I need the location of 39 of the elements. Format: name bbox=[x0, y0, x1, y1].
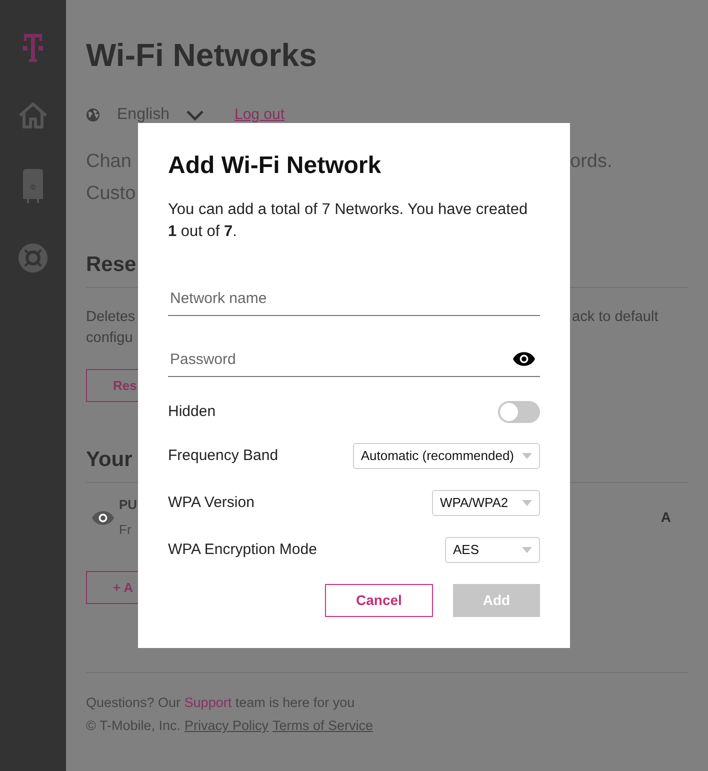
caret-icon bbox=[522, 547, 532, 553]
section-heading: Rese bbox=[86, 253, 136, 276]
cancel-button[interactable]: Cancel bbox=[325, 584, 433, 617]
dropdown-select[interactable]: Automatic (recommended) bbox=[352, 443, 540, 469]
dropdown-select[interactable]: WPA/WPA2 bbox=[432, 490, 540, 516]
section-heading: Your bbox=[86, 448, 132, 471]
dropdown-select[interactable]: AES bbox=[445, 537, 540, 563]
show-password-icon[interactable] bbox=[513, 352, 535, 366]
section-description: Deletes bbox=[86, 309, 136, 325]
support-text: Questions? Our Support team is here for you bbox=[86, 694, 355, 712]
network-column-text: A bbox=[660, 508, 671, 527]
support-link[interactable]: Support bbox=[184, 695, 232, 710]
setting-label: WPA Encryption Mode bbox=[168, 540, 317, 560]
dialog-title: Add Wi-Fi Network bbox=[168, 152, 382, 180]
lifebuoy-icon[interactable] bbox=[18, 243, 48, 273]
caret-icon bbox=[522, 453, 532, 459]
device-icon[interactable] bbox=[21, 169, 45, 203]
language-selector[interactable]: English bbox=[117, 104, 170, 126]
copyright-text: © T-Mobile, Inc. bbox=[86, 717, 180, 735]
footer-link[interactable]: Terms of Service bbox=[272, 715, 374, 737]
eye-icon[interactable] bbox=[92, 510, 114, 524]
network-name: PU bbox=[119, 496, 138, 514]
section-description: ack to default bbox=[572, 309, 658, 325]
footer-link[interactable]: Privacy Policy bbox=[184, 715, 269, 737]
globe-icon bbox=[86, 108, 100, 122]
logo-icon[interactable] bbox=[23, 34, 43, 62]
setting-label: Hidden bbox=[168, 402, 216, 422]
home-icon[interactable] bbox=[18, 102, 48, 129]
logout-link[interactable]: Log out bbox=[234, 104, 285, 126]
setting-label: Frequency Band bbox=[168, 446, 278, 466]
section-description: configu bbox=[86, 330, 133, 346]
toggle-switch[interactable] bbox=[498, 401, 540, 423]
dialog-description: You can add a total of 7 Networks. You have created 1 out of 7. bbox=[168, 200, 529, 242]
network-name-field[interactable]: Network name bbox=[168, 281, 540, 316]
chevron-down-icon[interactable] bbox=[186, 110, 204, 120]
caret-icon bbox=[522, 500, 532, 506]
setting-label: WPA Version bbox=[168, 493, 254, 513]
network-detail: Fr bbox=[119, 521, 132, 539]
page-title: Wi-Fi Networks bbox=[86, 37, 317, 73]
